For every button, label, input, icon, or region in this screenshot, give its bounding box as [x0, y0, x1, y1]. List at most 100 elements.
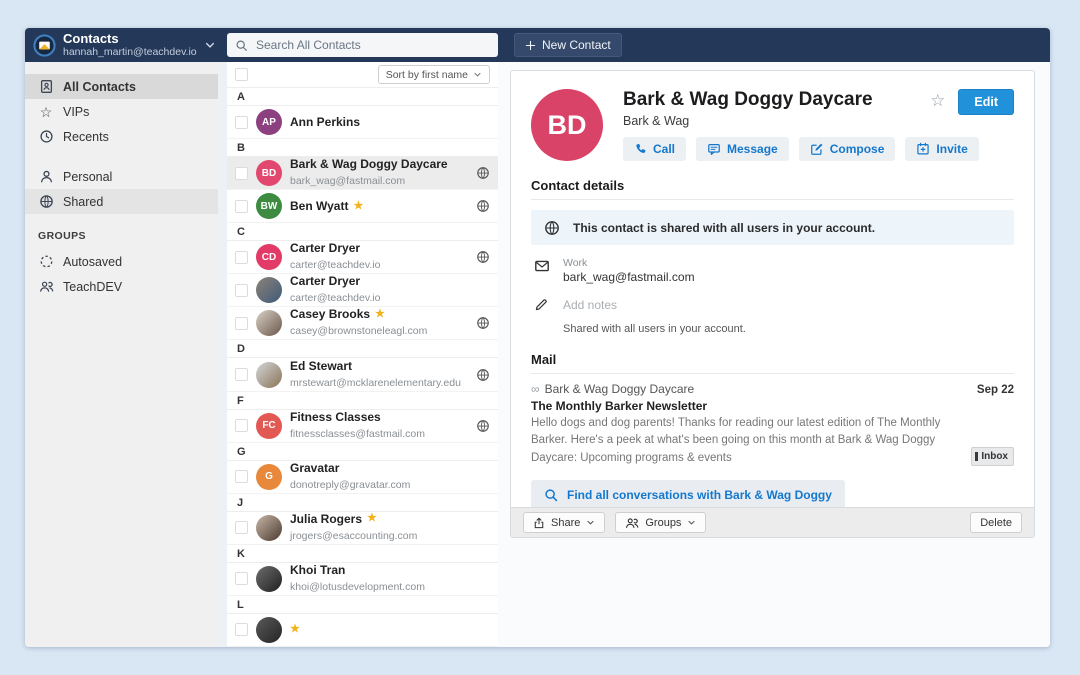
edit-button[interactable]: Edit [958, 89, 1014, 115]
row-checkbox[interactable] [235, 317, 248, 330]
contact-row-casey-brooks[interactable]: Casey Brooks★ casey@brownstoneleagl.com [227, 307, 498, 340]
row-checkbox[interactable] [235, 284, 248, 297]
email-field-row: Work bark_wag@fastmail.com [531, 257, 1014, 284]
contact-row-bark-and-wag[interactable]: BD Bark & Wag Doggy Daycare bark_wag@fas… [227, 157, 498, 190]
sidebar-item-vips[interactable]: ☆ VIPs [25, 99, 218, 124]
favorite-star-icon[interactable]: ☆ [930, 92, 945, 109]
find-conversations-button[interactable]: Find all conversations with Bark & Wag D… [531, 480, 845, 510]
contact-row-carter-dryer-1[interactable]: CD Carter Dryer carter@teachdev.io [227, 241, 498, 274]
notes-row[interactable]: Add notes [531, 296, 1014, 312]
mail-date: Sep 22 [977, 384, 1014, 396]
contact-name: Casey Brooks [290, 307, 370, 321]
section-letter: J [227, 494, 498, 512]
row-checkbox[interactable] [235, 623, 248, 636]
sidebar-item-label: All Contacts [63, 80, 136, 94]
avatar-photo [256, 617, 282, 643]
row-checkbox[interactable] [235, 470, 248, 483]
people-icon [625, 516, 639, 530]
dashed-circle-icon [38, 254, 54, 269]
contact-name: Fitness Classes [290, 410, 468, 424]
search-bar[interactable] [227, 33, 498, 57]
app-logo-icon [33, 34, 56, 57]
search-icon [235, 39, 248, 52]
contact-row-gravatar[interactable]: G Gravatar donotreply@gravatar.com [227, 461, 498, 494]
app-title: Contacts [63, 32, 197, 47]
section-letter: B [227, 139, 498, 157]
row-checkbox[interactable] [235, 116, 248, 129]
shared-globe-icon [476, 368, 490, 382]
email-value[interactable]: bark_wag@fastmail.com [563, 270, 695, 284]
vip-star-icon: ★ [367, 513, 377, 524]
pencil-icon [533, 297, 550, 312]
sidebar-item-label: VIPs [63, 105, 89, 119]
contact-email: khoi@lotusdevelopment.com [290, 581, 425, 593]
contact-detail-card: BD Bark & Wag Doggy Daycare Bark & Wag C… [510, 70, 1035, 538]
contact-row-julia-rogers[interactable]: Julia Rogers★ jrogers@esaccounting.com [227, 512, 498, 545]
sort-label: Sort by first name [386, 69, 468, 81]
contact-row-khoi-tran[interactable]: Khoi Tran khoi@lotusdevelopment.com [227, 563, 498, 596]
contact-email: jrogers@esaccounting.com [290, 530, 417, 542]
account-switcher[interactable]: Contacts hannah_martin@teachdev.io [25, 32, 218, 59]
groups-button[interactable]: Groups [615, 512, 706, 533]
contact-row-fitness-classes[interactable]: FC Fitness Classes fitnessclasses@fastma… [227, 410, 498, 443]
compose-button[interactable]: Compose [799, 137, 896, 161]
contact-row-ann-perkins[interactable]: AP Ann Perkins [227, 106, 498, 139]
sidebar-item-all-contacts[interactable]: All Contacts [25, 74, 218, 99]
row-checkbox[interactable] [235, 368, 248, 381]
sidebar-item-recents[interactable]: Recents [25, 124, 218, 149]
contact-email: fitnessclasses@fastmail.com [290, 428, 425, 440]
person-icon [38, 169, 54, 184]
row-checkbox[interactable] [235, 251, 248, 264]
chevron-down-icon [586, 518, 595, 527]
detail-header: BD Bark & Wag Doggy Daycare Bark & Wag C… [531, 89, 1014, 161]
shared-globe-icon [476, 166, 490, 180]
row-checkbox[interactable] [235, 167, 248, 180]
chevron-down-icon [473, 70, 482, 79]
contact-email: bark_wag@fastmail.com [290, 175, 405, 187]
clock-icon [38, 129, 54, 144]
delete-button[interactable]: Delete [970, 512, 1022, 533]
compose-icon [810, 142, 824, 156]
mail-list-item[interactable]: ∞Bark & Wag Doggy Daycare Sep 22 The Mon… [531, 382, 1014, 467]
contact-email: carter@teachdev.io [290, 292, 380, 304]
detail-panel: BD Bark & Wag Doggy Daycare Bark & Wag C… [498, 62, 1050, 647]
avatar: FC [256, 413, 282, 439]
contact-row-ben-wyatt[interactable]: BW Ben Wyatt★ [227, 190, 498, 223]
sidebar-item-shared[interactable]: Shared [25, 189, 218, 214]
share-button[interactable]: Share [523, 512, 605, 533]
search-input[interactable] [254, 37, 490, 53]
phone-icon [634, 143, 647, 156]
sidebar-item-label: Shared [63, 195, 103, 209]
sidebar-item-label: Personal [63, 170, 112, 184]
avatar: AP [256, 109, 282, 135]
call-button[interactable]: Call [623, 137, 686, 161]
contact-row-partial[interactable]: ★ [227, 614, 498, 647]
vip-star-icon: ★ [290, 624, 300, 635]
section-letter: D [227, 340, 498, 358]
contact-row-ed-stewart[interactable]: Ed Stewart mrstewart@mcklarenelementary.… [227, 358, 498, 391]
new-contact-button[interactable]: New Contact [514, 33, 622, 57]
shared-globe-icon [476, 419, 490, 433]
chevron-down-icon [687, 518, 696, 527]
row-checkbox[interactable] [235, 521, 248, 534]
sidebar-item-autosaved[interactable]: Autosaved [25, 249, 218, 274]
select-all-checkbox[interactable] [235, 68, 248, 81]
groups-section-header: GROUPS [25, 214, 218, 249]
contact-email: carter@teachdev.io [290, 259, 380, 271]
avatar: CD [256, 244, 282, 270]
sidebar-item-label: Autosaved [63, 255, 122, 269]
account-email: hannah_martin@teachdev.io [63, 46, 197, 58]
row-checkbox[interactable] [235, 419, 248, 432]
contact-email: casey@brownstoneleagl.com [290, 325, 427, 337]
sidebar-item-personal[interactable]: Personal [25, 164, 218, 189]
add-notes-placeholder: Add notes [563, 298, 617, 312]
section-letter: A [227, 88, 498, 106]
contact-name: Ed Stewart [290, 359, 468, 373]
row-checkbox[interactable] [235, 572, 248, 585]
sort-dropdown[interactable]: Sort by first name [378, 65, 490, 84]
sidebar-item-teachdev[interactable]: TeachDEV [25, 274, 218, 299]
row-checkbox[interactable] [235, 200, 248, 213]
contact-row-carter-dryer-2[interactable]: Carter Dryer carter@teachdev.io [227, 274, 498, 307]
message-button[interactable]: Message [696, 137, 789, 161]
avatar: G [256, 464, 282, 490]
